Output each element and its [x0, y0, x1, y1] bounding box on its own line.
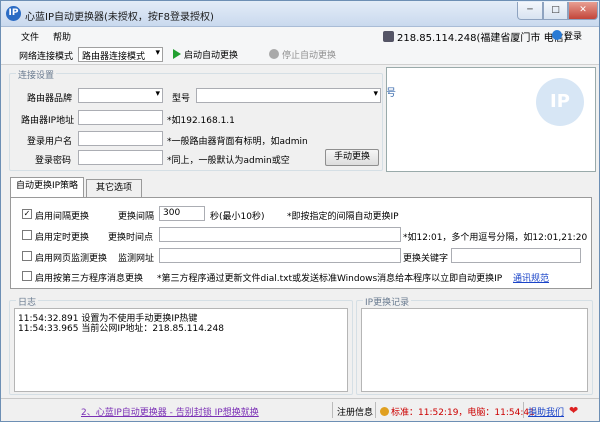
- start-label: 启动自动更换: [184, 51, 239, 61]
- web-monitor-url-label: 监测网址: [118, 254, 155, 264]
- heart-icon[interactable]: ❤: [569, 404, 578, 417]
- timed-label: 启用定时更换: [35, 233, 90, 243]
- interval-input[interactable]: 300: [159, 206, 205, 221]
- thirdparty-hint: *第三方程序通过更新文件dial.txt或发送标准Windows消息给本程序以立…: [157, 274, 503, 284]
- timed-hint: *如12:01，多个用逗号分隔，如12:01,21:20: [403, 233, 588, 243]
- thirdparty-checkbox[interactable]: [22, 271, 32, 281]
- maximize-button[interactable]: □: [543, 2, 568, 20]
- ip-records-list[interactable]: [361, 308, 588, 392]
- interval-hint: *即按指定的间隔自动更换IP: [287, 212, 399, 222]
- main-window: IP 心蓝IP自动更换器(未授权，按F8登录授权) ─ □ ✕ 文件 帮助 21…: [0, 0, 600, 422]
- router-brand-select[interactable]: [78, 88, 163, 103]
- minimize-button[interactable]: ─: [517, 2, 543, 20]
- stop-label: 停止自动更换: [282, 51, 337, 61]
- user-icon: [552, 30, 562, 40]
- status-separator: [523, 402, 524, 418]
- stop-auto-button[interactable]: 停止自动更换: [269, 48, 336, 61]
- ip-logo-icon: IP: [536, 78, 584, 126]
- menu-help[interactable]: 帮助: [53, 30, 71, 43]
- start-auto-button[interactable]: 启动自动更换: [173, 48, 238, 61]
- web-monitor-label: 启用网页监测更换: [35, 254, 108, 264]
- router-brand-label: 路由器品牌: [27, 94, 73, 104]
- log-group-title: 日志: [16, 295, 39, 308]
- keyword-input[interactable]: [451, 248, 581, 263]
- window-title: 心蓝IP自动更换器(未授权，按F8登录授权): [25, 12, 214, 23]
- reg-info[interactable]: 注册信息: [337, 405, 373, 418]
- log-line: 11:54:33.965 当前公网IP地址：218.85.114.248: [18, 324, 224, 334]
- model-select[interactable]: [196, 88, 381, 103]
- status-separator: [375, 402, 376, 418]
- toolbar: 网络连接模式 路由器连接模式 启动自动更换 停止自动更换: [1, 44, 599, 65]
- interval-unit: 秒(最小10秒): [210, 212, 265, 222]
- status-bar: 2、心蓝IP自动更换器 - 告别封锁 IP想换就换 注册信息 标准：11:52:…: [1, 398, 599, 421]
- login-label: 登录: [564, 32, 583, 42]
- router-ip-hint: *如192.168.1.1: [167, 116, 235, 126]
- play-icon: [173, 49, 181, 59]
- username-input[interactable]: [78, 131, 163, 146]
- time-status: 标准：11:52:19，电脑：11:54:41: [380, 405, 535, 418]
- timed-checkbox[interactable]: [22, 230, 32, 240]
- connection-group-title: 连接设置: [16, 68, 57, 81]
- model-label: 型号: [172, 94, 191, 104]
- close-button[interactable]: ✕: [568, 2, 598, 20]
- ip-records-title: IP更换记录: [363, 295, 412, 308]
- web-monitor-checkbox[interactable]: [22, 251, 32, 261]
- tab-other-options[interactable]: 其它选项: [86, 179, 142, 197]
- stop-icon: [269, 49, 279, 59]
- thirdparty-label: 启用按第三方程序消息更换: [35, 274, 144, 284]
- password-hint: *同上，一般默认为admin或空: [167, 156, 290, 166]
- tab-auto-strategy[interactable]: 自动更换IP策略: [10, 177, 84, 197]
- interval-checkbox[interactable]: ✓: [22, 209, 32, 219]
- password-input[interactable]: [78, 150, 163, 165]
- interval-field-label: 更换间隔: [118, 212, 155, 222]
- status-separator: [332, 402, 333, 418]
- mode-select[interactable]: 路由器连接模式: [78, 47, 163, 62]
- username-hint: *一般路由器背面有标明，如admin: [167, 137, 308, 147]
- menu-file[interactable]: 文件: [21, 30, 39, 43]
- clock-icon: [380, 407, 389, 416]
- protocol-spec-link[interactable]: 通讯规范: [513, 271, 549, 284]
- mode-label: 网络连接模式: [19, 52, 74, 62]
- menu-bar: 文件 帮助 218.85.114.248(福建省厦门市 电信) 登录: [1, 27, 599, 44]
- title-bar[interactable]: IP 心蓝IP自动更换器(未授权，按F8登录授权) ─ □ ✕: [1, 1, 599, 27]
- promo-link[interactable]: 2、心蓝IP自动更换器 - 告别封锁 IP想换就换: [81, 405, 259, 418]
- public-ip-info: 218.85.114.248(福建省厦门市 电信): [383, 29, 568, 44]
- timed-field-label: 更换时间点: [108, 233, 154, 243]
- router-ip-label: 路由器IP地址: [21, 116, 75, 126]
- username-label: 登录用户名: [27, 137, 73, 147]
- public-ip-text: 218.85.114.248(福建省厦门市 电信): [397, 33, 568, 44]
- time-status-text: 标准：11:52:19，电脑：11:54:41: [391, 408, 535, 418]
- router-ip-input[interactable]: [78, 110, 163, 125]
- manual-change-button[interactable]: 手动更换: [325, 149, 379, 166]
- timed-input[interactable]: [159, 227, 401, 242]
- log-list[interactable]: 11:54:32.891 设置为不使用手动更换IP热键 11:54:33.965…: [14, 308, 348, 392]
- login-button[interactable]: 登录: [552, 29, 582, 42]
- password-label: 登录密码: [35, 156, 72, 166]
- interval-label: 启用间隔更换: [35, 212, 90, 222]
- donate-link[interactable]: 捐助我们: [528, 405, 564, 418]
- web-monitor-url-input[interactable]: [159, 248, 401, 263]
- ad-panel[interactable]: 号 IP: [386, 67, 596, 172]
- keyword-label: 更换关键字: [403, 254, 449, 264]
- app-logo-icon: IP: [6, 6, 21, 21]
- ad-text: 号: [386, 88, 396, 99]
- network-icon: [383, 31, 394, 42]
